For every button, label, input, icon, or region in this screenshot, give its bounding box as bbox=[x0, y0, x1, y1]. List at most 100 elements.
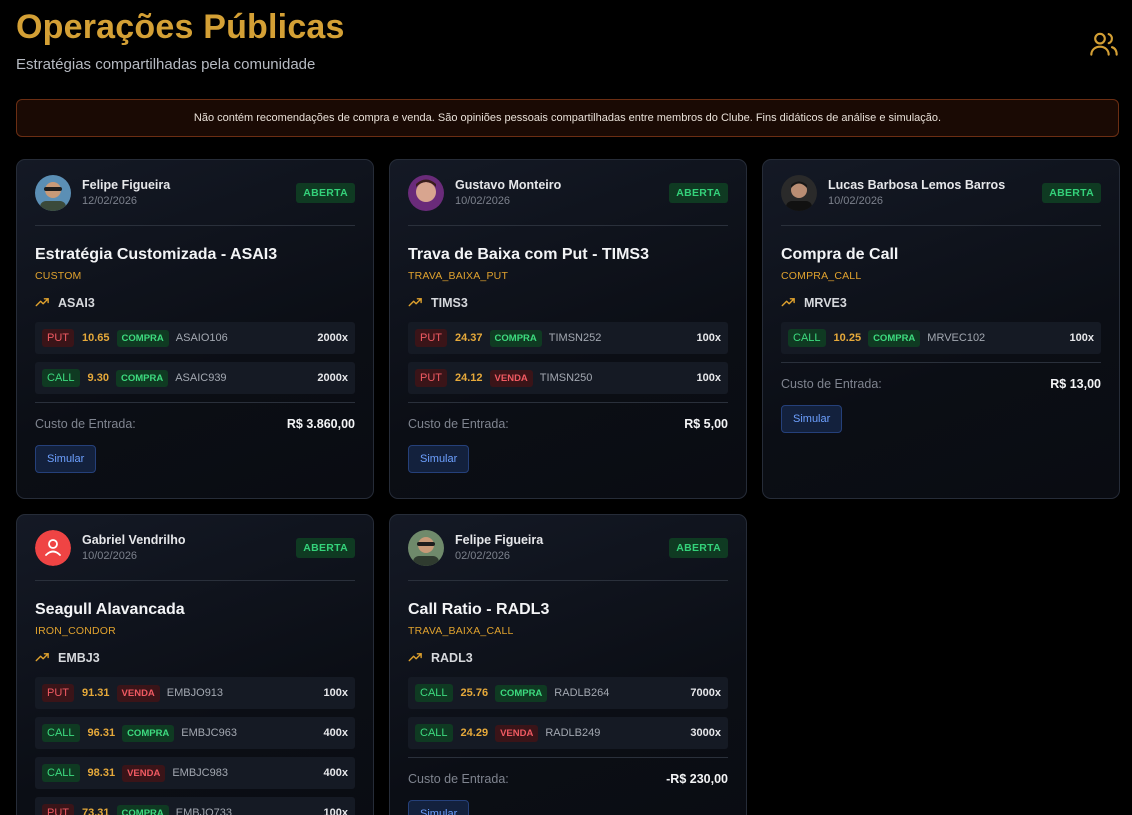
trending-up-icon bbox=[781, 298, 795, 307]
author-name: Lucas Barbosa Lemos Barros bbox=[828, 178, 1006, 192]
operation-card: Gustavo Monteiro 10/02/2026 ABERTA Trava… bbox=[389, 159, 747, 499]
entry-cost-row: Custo de Entrada: R$ 13,00 bbox=[781, 362, 1101, 391]
simulate-button[interactable]: Simular bbox=[408, 445, 470, 473]
trending-up-icon bbox=[408, 653, 422, 662]
entry-cost-label: Custo de Entrada: bbox=[781, 377, 882, 391]
strategy-type: COMPRA_CALL bbox=[781, 270, 862, 282]
strategy-type: TRAVA_BAIXA_PUT bbox=[408, 270, 509, 282]
strike-price: 98.31 bbox=[87, 767, 116, 779]
author-name: Felipe Figueira bbox=[455, 533, 544, 547]
post-date: 10/02/2026 bbox=[828, 195, 884, 207]
option-type-badge: CALL bbox=[42, 724, 80, 742]
option-type-badge: CALL bbox=[415, 724, 453, 742]
option-leg: CALL 96.31 COMPRA EMBJC963 400x bbox=[35, 717, 355, 749]
strike-price: 73.31 bbox=[82, 807, 110, 815]
avatar bbox=[408, 529, 444, 566]
side-badge: COMPRA bbox=[115, 369, 169, 387]
option-leg: PUT 24.12 VENDA TIMSN250 100x bbox=[408, 362, 728, 394]
side-badge: COMPRA bbox=[122, 724, 175, 742]
asset-ticker: RADL3 bbox=[431, 650, 473, 665]
card-header: Felipe Figueira 12/02/2026 ABERTA bbox=[35, 160, 355, 226]
simulate-button[interactable]: Simular bbox=[408, 800, 470, 815]
side-badge: VENDA bbox=[489, 369, 533, 387]
option-code: ASAIC939 bbox=[175, 372, 227, 384]
status-badge: ABERTA bbox=[1042, 182, 1101, 203]
option-leg: CALL 9.30 COMPRA ASAIC939 2000x bbox=[35, 362, 355, 394]
option-legs: CALL 10.25 COMPRA MRVEC102 100x bbox=[781, 322, 1101, 354]
avatar bbox=[35, 529, 71, 566]
strategy-title: Compra de Call bbox=[781, 246, 899, 263]
disclaimer-banner: Não contém recomendações de compra e ven… bbox=[16, 99, 1119, 137]
operation-card: Felipe Figueira 12/02/2026 ABERTA Estrat… bbox=[16, 159, 374, 499]
strike-price: 24.37 bbox=[455, 332, 483, 344]
author-name: Gustavo Monteiro bbox=[455, 178, 562, 192]
strategy-type: CUSTOM bbox=[35, 270, 82, 282]
operation-card: Felipe Figueira 02/02/2026 ABERTA Call R… bbox=[389, 514, 747, 815]
card-header: Felipe Figueira 02/02/2026 ABERTA bbox=[408, 515, 728, 581]
underlying-asset: TIMS3 bbox=[408, 295, 728, 310]
underlying-asset: ASAI3 bbox=[35, 295, 355, 310]
status-badge: ABERTA bbox=[669, 182, 728, 203]
option-leg: CALL 98.31 VENDA EMBJC983 400x bbox=[35, 757, 355, 789]
option-type-badge: CALL bbox=[42, 369, 80, 387]
option-code: TIMSN250 bbox=[539, 372, 593, 384]
entry-cost-value: R$ 3.860,00 bbox=[286, 417, 355, 431]
quantity: 100x bbox=[323, 807, 348, 815]
option-code: RADLB264 bbox=[554, 687, 610, 699]
strike-price: 96.31 bbox=[87, 727, 116, 739]
strike-price: 10.25 bbox=[833, 332, 862, 344]
side-badge: VENDA bbox=[122, 764, 166, 782]
entry-cost-label: Custo de Entrada: bbox=[408, 417, 509, 431]
entry-cost-row: Custo de Entrada: R$ 3.860,00 bbox=[35, 402, 355, 431]
option-type-badge: PUT bbox=[42, 329, 74, 347]
entry-cost-label: Custo de Entrada: bbox=[408, 772, 509, 786]
quantity: 100x bbox=[696, 372, 721, 384]
strike-price: 91.31 bbox=[82, 687, 110, 699]
entry-cost-value: R$ 5,00 bbox=[684, 417, 728, 431]
card-header: Gustavo Monteiro 10/02/2026 ABERTA bbox=[408, 160, 728, 226]
option-legs: PUT 91.31 VENDA EMBJO913 100x CALL 96.31… bbox=[35, 677, 355, 815]
side-badge: COMPRA bbox=[116, 804, 169, 815]
users-icon[interactable] bbox=[1088, 28, 1120, 60]
operations-grid: Felipe Figueira 12/02/2026 ABERTA Estrat… bbox=[16, 159, 1120, 815]
quantity: 400x bbox=[323, 727, 348, 739]
option-leg: PUT 73.31 COMPRA EMBJO733 100x bbox=[35, 797, 355, 815]
card-header: Lucas Barbosa Lemos Barros 10/02/2026 AB… bbox=[781, 160, 1101, 226]
strategy-title: Seagull Alavancada bbox=[35, 601, 185, 618]
strategy-title: Call Ratio - RADL3 bbox=[408, 601, 550, 618]
strike-price: 24.29 bbox=[460, 727, 489, 739]
entry-cost-row: Custo de Entrada: R$ 5,00 bbox=[408, 402, 728, 431]
strike-price: 24.12 bbox=[455, 372, 483, 384]
avatar bbox=[408, 174, 444, 211]
option-type-badge: PUT bbox=[42, 804, 74, 815]
quantity: 100x bbox=[323, 687, 348, 699]
simulate-button[interactable]: Simular bbox=[35, 445, 97, 473]
trending-up-icon bbox=[408, 298, 422, 307]
option-type-badge: CALL bbox=[42, 764, 80, 782]
side-badge: VENDA bbox=[116, 684, 160, 702]
operation-card: Gabriel Vendrilho 10/02/2026 ABERTA Seag… bbox=[16, 514, 374, 815]
option-leg: PUT 24.37 COMPRA TIMSN252 100x bbox=[408, 322, 728, 354]
strike-price: 9.30 bbox=[87, 372, 109, 384]
asset-ticker: MRVE3 bbox=[804, 295, 847, 310]
trending-up-icon bbox=[35, 653, 49, 662]
post-date: 10/02/2026 bbox=[82, 550, 138, 562]
option-code: EMBJO913 bbox=[166, 687, 224, 699]
option-leg: CALL 24.29 VENDA RADLB249 3000x bbox=[408, 717, 728, 749]
side-badge: COMPRA bbox=[495, 684, 548, 702]
simulate-button[interactable]: Simular bbox=[781, 405, 843, 433]
option-type-badge: PUT bbox=[42, 684, 74, 702]
option-code: RADLB249 bbox=[545, 727, 601, 739]
asset-ticker: EMBJ3 bbox=[58, 650, 100, 665]
option-code: EMBJC983 bbox=[172, 767, 228, 779]
avatar bbox=[781, 174, 817, 211]
option-legs: PUT 10.65 COMPRA ASAIO106 2000x CALL 9.3… bbox=[35, 322, 355, 394]
strike-price: 25.76 bbox=[460, 687, 489, 699]
page-subtitle: Estratégias compartilhadas pela comunida… bbox=[16, 56, 316, 73]
option-leg: PUT 10.65 COMPRA ASAIO106 2000x bbox=[35, 322, 355, 354]
entry-cost-row: Custo de Entrada: -R$ 230,00 bbox=[408, 757, 728, 786]
status-badge: ABERTA bbox=[669, 537, 728, 558]
quantity: 3000x bbox=[690, 727, 721, 739]
underlying-asset: RADL3 bbox=[408, 650, 728, 665]
option-legs: PUT 24.37 COMPRA TIMSN252 100x PUT 24.12… bbox=[408, 322, 728, 394]
